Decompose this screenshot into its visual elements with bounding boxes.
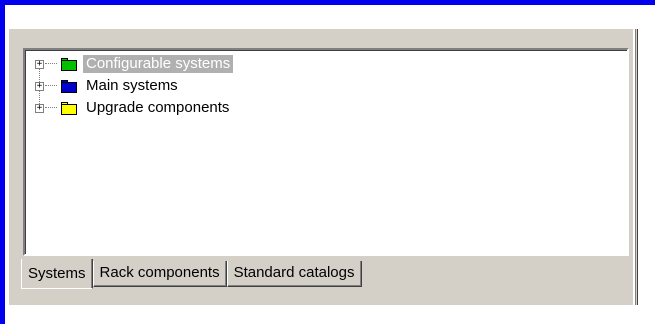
blue-folder-icon <box>61 79 77 93</box>
window-frame: + Configurable systems + Main systems + <box>0 0 655 324</box>
tree-node-configurable-systems[interactable]: + Configurable systems <box>35 54 234 74</box>
panel-splitter[interactable] <box>635 29 638 305</box>
tree-view[interactable]: + Configurable systems + Main systems + <box>23 48 629 256</box>
tab-systems[interactable]: Systems <box>21 259 93 289</box>
tree-connector <box>45 63 57 65</box>
tree-node-label[interactable]: Upgrade components <box>83 99 232 117</box>
green-folder-icon <box>61 57 77 71</box>
tab-strip: Systems Rack components Standard catalog… <box>21 259 362 289</box>
tab-rack-components[interactable]: Rack components <box>92 261 227 287</box>
expand-icon[interactable]: + <box>35 59 44 69</box>
tree-connector <box>45 107 57 109</box>
tree-panel: + Configurable systems + Main systems + <box>9 29 633 305</box>
tree-node-label[interactable]: Main systems <box>83 77 181 95</box>
expand-icon[interactable]: + <box>35 81 44 91</box>
expand-icon[interactable]: + <box>35 103 44 113</box>
tree-node-label[interactable]: Configurable systems <box>83 55 234 73</box>
tree-connector <box>45 85 57 87</box>
yellow-folder-icon <box>61 101 77 115</box>
tab-standard-catalogs[interactable]: Standard catalogs <box>226 261 362 287</box>
tree-node-main-systems[interactable]: + Main systems <box>35 76 181 96</box>
tree-node-upgrade-components[interactable]: + Upgrade components <box>35 98 232 118</box>
